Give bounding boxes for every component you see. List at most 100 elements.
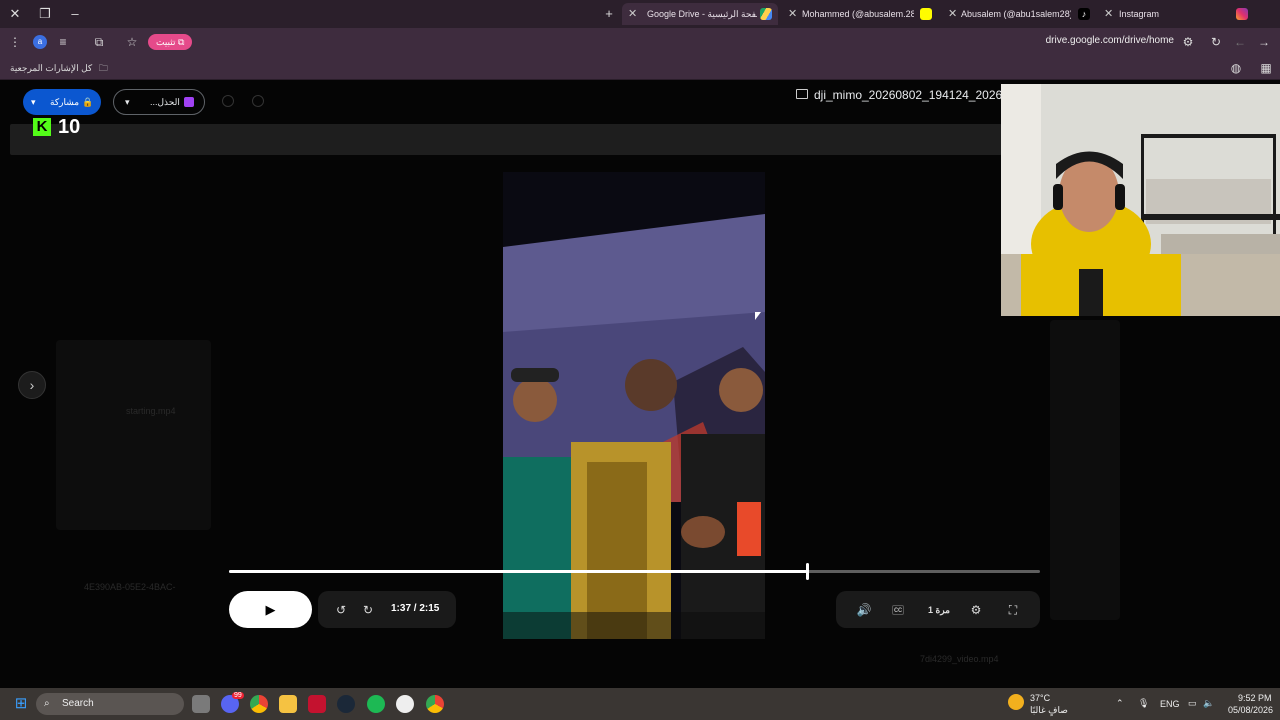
viewer-count: 10 xyxy=(58,116,81,138)
viewer-header-strip xyxy=(10,124,1002,155)
playback-speed[interactable]: 1 مرة xyxy=(924,601,954,619)
acrobat-icon[interactable] xyxy=(308,695,326,713)
file-name: starting.mp4 xyxy=(126,406,176,416)
close-tab-icon[interactable]: ✕ xyxy=(628,3,637,25)
all-bookmarks-link[interactable]: كل الإشارات المرجعية 🗀 xyxy=(10,61,108,77)
file-name: 7di4299_video.mp4 xyxy=(920,654,999,664)
clock-date[interactable]: 05/08/2026 xyxy=(1228,705,1273,715)
minimize-window-icon[interactable]: – xyxy=(64,4,86,24)
network-icon[interactable]: ▭ xyxy=(1188,698,1197,709)
address-bar[interactable]: drive.google.com/drive/home xyxy=(1046,35,1174,46)
player-options: 🔊 cc 1 مرة ⚙ ⛶ xyxy=(836,591,1040,628)
bookmarks-bar: كل الإشارات المرجعية 🗀 ◍ ▦ xyxy=(0,56,1280,80)
webcam-frame xyxy=(1001,84,1280,316)
close-tab-icon[interactable]: ✕ xyxy=(788,3,797,25)
tab-google-drive[interactable]: ✕ Google Drive - الصفحة الرئيسية xyxy=(622,3,778,25)
weather-icon[interactable] xyxy=(1008,694,1024,710)
file-explorer-icon[interactable] xyxy=(279,695,297,713)
snapchat-icon xyxy=(920,8,932,20)
apps-grid-icon[interactable]: ▦ xyxy=(1258,60,1274,76)
video-frame xyxy=(503,172,765,639)
file-thumbnail xyxy=(56,430,211,530)
tab-instagram[interactable]: ✕ Instagram xyxy=(1098,3,1252,25)
close-tab-icon[interactable]: ✕ xyxy=(1104,3,1113,25)
all-bookmarks-label: كل الإشارات المرجعية xyxy=(10,63,93,73)
microphone-icon[interactable]: 🎙 xyxy=(1138,698,1149,709)
play-icon: ▶ xyxy=(265,602,276,617)
forward-10-icon[interactable]: ↻ xyxy=(359,601,377,619)
tab-abusalem[interactable]: ✕ Abusalem (@abu1salem28) | T ♪ xyxy=(942,3,1094,25)
help-icon[interactable] xyxy=(222,95,234,107)
next-file-button[interactable]: › xyxy=(18,371,46,399)
time-display: 1:37 / 2:15 xyxy=(391,603,440,614)
instagram-icon xyxy=(1236,8,1248,20)
site-settings-icon[interactable]: ⚙ xyxy=(1180,34,1196,50)
video-player[interactable] xyxy=(503,172,765,639)
share-button[interactable]: ▾ مشاركة 🔒 xyxy=(23,89,101,115)
new-tab-icon[interactable]: + xyxy=(598,4,620,24)
task-view-icon[interactable] xyxy=(192,695,210,713)
speedometer-icon[interactable] xyxy=(396,695,414,713)
seek-progress xyxy=(229,570,808,573)
file-title: dji_mimo_20260802_194124_20260 xyxy=(814,88,1002,102)
discord-badge: 99 xyxy=(232,692,244,699)
globe-icon[interactable]: ◍ xyxy=(1228,60,1244,76)
file-name: 4E390AB-05E2-4BAC- xyxy=(84,582,176,592)
restore-window-icon[interactable]: ❐ xyxy=(34,4,56,24)
taskbar: ⊞ ⌕ Search 99 37°C صافٍ غالبًا ⌃ 🎙 ENG ▭… xyxy=(0,688,1280,720)
menu-icon[interactable]: ⋮ xyxy=(7,34,23,50)
time-controls: ↺ ↻ 1:37 / 2:15 xyxy=(318,591,456,628)
side-panel xyxy=(1050,320,1120,620)
tab-search-icon[interactable]: ≡ xyxy=(55,34,71,50)
app-icon xyxy=(184,97,194,107)
mouse-cursor-icon xyxy=(755,312,761,320)
tiktok-icon: ♪ xyxy=(1078,8,1090,20)
tray-chevron-icon[interactable]: ⌃ xyxy=(1116,698,1124,709)
install-button[interactable]: تثبيت ⧉ xyxy=(148,34,193,50)
install-label: تثبيت xyxy=(156,37,176,47)
chevron-down-icon: ▾ xyxy=(31,97,36,107)
weather-temp: 37°C xyxy=(1030,693,1051,703)
volume-icon[interactable]: 🔊 xyxy=(855,601,873,619)
clock-time[interactable]: 9:52 PM xyxy=(1238,693,1272,703)
language-indicator[interactable]: ENG xyxy=(1160,699,1180,709)
chrome-icon[interactable] xyxy=(250,695,268,713)
google-drive-icon xyxy=(760,8,772,20)
weather-desc: صافٍ غالبًا xyxy=(1030,705,1068,715)
spotify-icon[interactable] xyxy=(367,695,385,713)
tab-title: Abusalem (@abu1salem28) | T xyxy=(961,9,1071,19)
avatar[interactable]: a xyxy=(33,35,47,49)
seek-handle[interactable] xyxy=(806,563,810,580)
forward-icon[interactable]: ← xyxy=(1232,34,1248,50)
fullscreen-icon[interactable]: ⛶ xyxy=(1004,601,1022,619)
more-icon[interactable] xyxy=(252,95,264,107)
tab-title: Instagram xyxy=(1119,9,1160,19)
captions-icon[interactable]: cc xyxy=(892,605,904,615)
lock-icon: 🔒 xyxy=(82,97,94,107)
rewind-10-icon[interactable]: ↺ xyxy=(332,601,350,619)
close-tab-icon[interactable]: ✕ xyxy=(948,3,957,25)
tab-title: Google Drive - الصفحة الرئيسية xyxy=(647,9,757,19)
video-file-icon xyxy=(796,89,808,99)
extensions-icon[interactable]: ⧉ xyxy=(91,34,107,50)
tab-strip: ✕ ❐ – + ✕ Google Drive - الصفحة الرئيسية… xyxy=(0,0,1280,28)
star-icon[interactable]: ☆ xyxy=(124,34,140,50)
seek-bar[interactable] xyxy=(229,563,1040,580)
steam-icon[interactable] xyxy=(337,695,355,713)
open-with-button[interactable]: ▾ ...الحذل xyxy=(113,89,205,115)
tab-mohammed[interactable]: ✕ Mohammed (@abusalem.28) | xyxy=(782,3,938,25)
share-label: مشاركة xyxy=(50,97,80,107)
reload-icon[interactable]: ↻ xyxy=(1208,34,1224,50)
open-with-label: ...الحذل xyxy=(150,97,180,107)
back-icon[interactable]: → xyxy=(1256,34,1272,50)
taskbar-search[interactable]: ⌕ Search xyxy=(36,693,184,715)
close-window-icon[interactable]: ✕ xyxy=(4,4,26,24)
play-button[interactable]: ▶ xyxy=(229,591,312,628)
settings-gear-icon[interactable]: ⚙ xyxy=(967,601,985,619)
search-icon: ⌕ xyxy=(44,698,50,709)
browser-toolbar: ⋮ a ≡ ⧉ ☆ تثبيت ⧉ drive.google.com/drive… xyxy=(0,28,1280,56)
chrome-profile-icon[interactable] xyxy=(426,695,444,713)
windows-start-icon[interactable]: ⊞ xyxy=(12,695,30,713)
kick-logo-icon: K xyxy=(33,118,51,136)
volume-tray-icon[interactable]: 🔈 xyxy=(1203,698,1214,709)
